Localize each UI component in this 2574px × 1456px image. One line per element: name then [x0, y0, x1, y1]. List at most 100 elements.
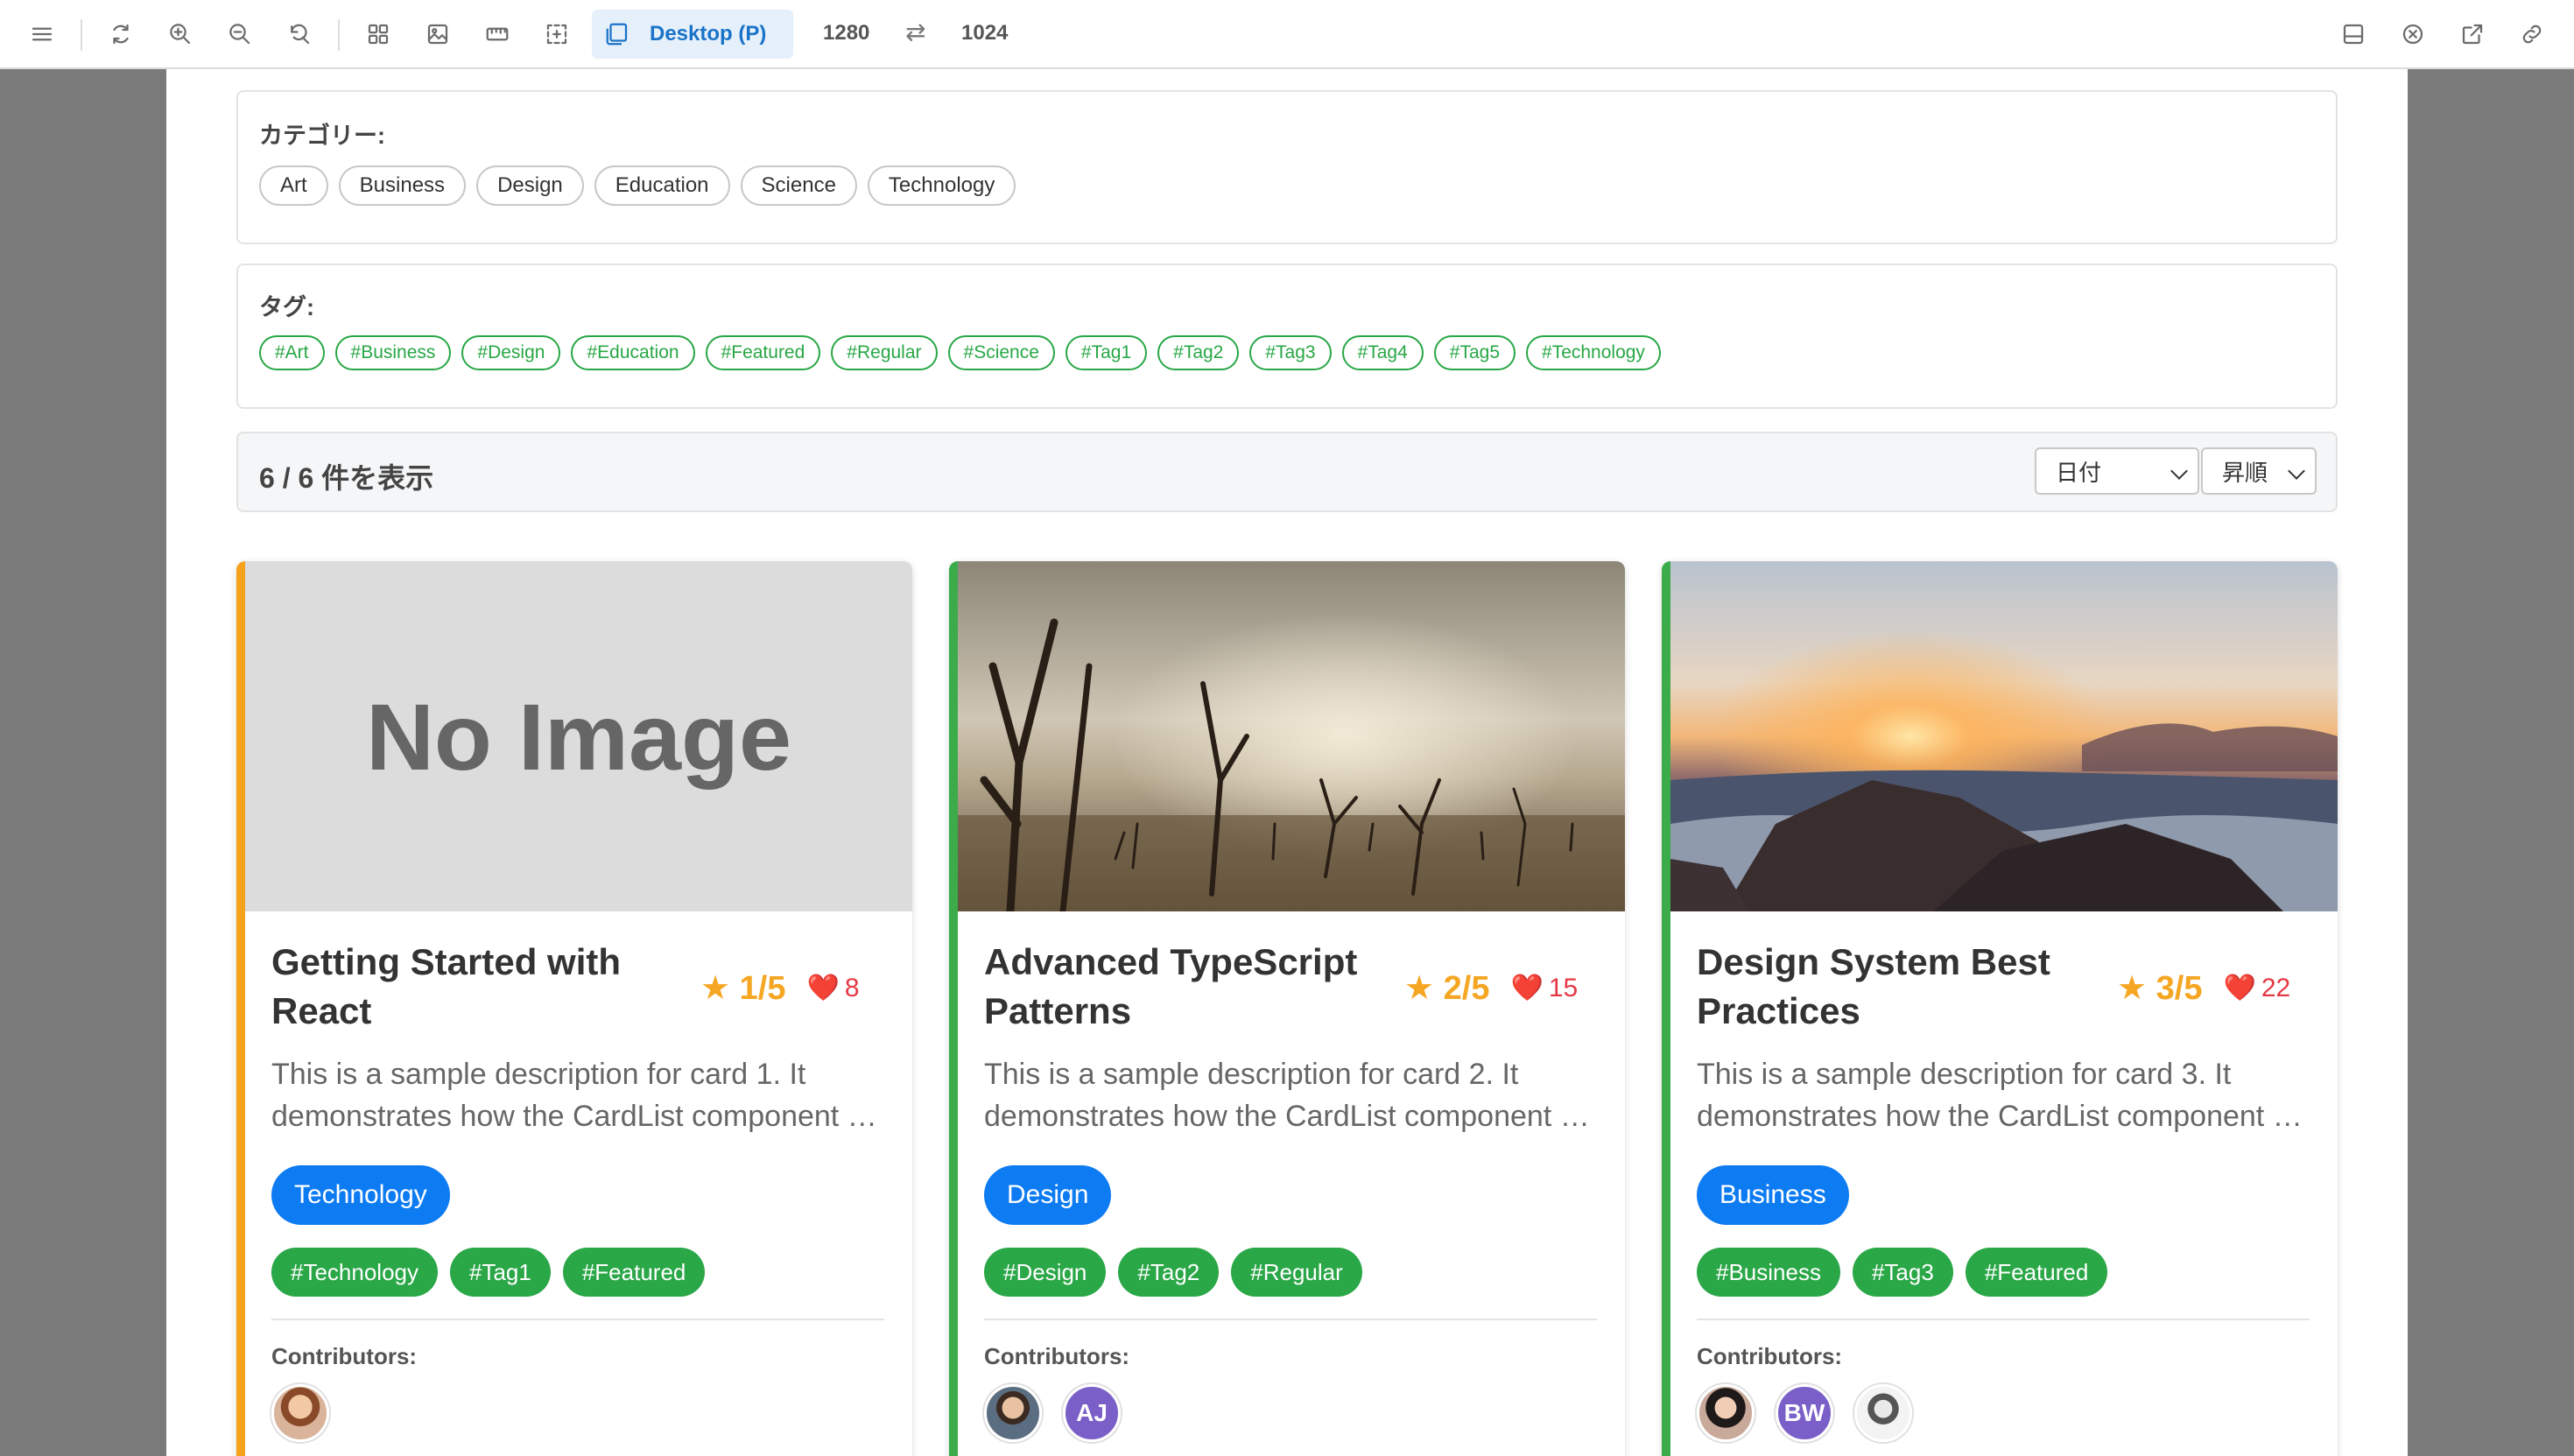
category-chip[interactable]: Education	[594, 165, 730, 206]
tag-chip[interactable]: #Design	[461, 335, 561, 370]
grid-icon[interactable]	[361, 17, 396, 52]
card-description: This is a sample description for card 3.…	[1697, 1053, 2310, 1137]
reset-zoom-icon[interactable]	[282, 17, 317, 52]
avatar[interactable]	[1697, 1384, 1755, 1442]
card-title[interactable]: Design System Best Practices	[1697, 938, 2099, 1036]
heart-icon[interactable]: ❤️	[1510, 973, 1543, 1003]
contributor-avatars: BW	[1697, 1384, 1933, 1442]
close-icon[interactable]	[2395, 17, 2430, 52]
description-line: demonstrates how the CardList component …	[1697, 1100, 2310, 1133]
tag-pill[interactable]: #Tag1	[450, 1248, 551, 1297]
category-filter-panel: カテゴリー: Art Business Design Education Sci…	[236, 90, 2338, 244]
tag-pill[interactable]: #Technology	[271, 1248, 438, 1297]
device-label: Desktop (P)	[650, 22, 767, 46]
avatar[interactable]	[984, 1384, 1042, 1442]
zoom-out-icon[interactable]	[222, 17, 257, 52]
avatar[interactable]: AJ	[1063, 1384, 1121, 1442]
category-chip[interactable]: Design	[476, 165, 584, 206]
preview-toolbar: Desktop (P) 1280 ⇄ 1024	[0, 0, 2574, 69]
category-chip[interactable]: Business	[338, 165, 467, 206]
chevron-down-icon	[2170, 462, 2188, 480]
sort-order-select[interactable]: 昇順	[2201, 447, 2317, 495]
rating-value: ★ 1/5	[700, 970, 786, 1007]
category-chip[interactable]: Technology	[867, 165, 1016, 206]
description-line: demonstrates how the CardList component …	[271, 1100, 884, 1133]
description-line: This is a sample description for card 3.…	[1697, 1058, 2232, 1091]
content-card[interactable]: Advanced TypeScript Patterns ★ 2/5 ❤️ 15…	[949, 561, 1625, 1456]
avatar[interactable]	[1854, 1384, 1912, 1442]
menu-icon[interactable]	[25, 17, 60, 52]
card-tag-list: #Technology #Tag1 #Featured	[271, 1248, 717, 1297]
heart-icon[interactable]: ❤️	[806, 973, 839, 1003]
tag-pill[interactable]: #Business	[1697, 1248, 1840, 1297]
avatar[interactable]: BW	[1776, 1384, 1833, 1442]
tag-chip[interactable]: #Tag5	[1433, 335, 1516, 370]
heart-icon[interactable]: ❤️	[2223, 973, 2255, 1003]
chevron-down-icon	[2288, 462, 2305, 480]
card-rating: ★ 2/5 ❤️ 15	[1404, 968, 1578, 1008]
card-divider	[271, 1319, 884, 1320]
card-image	[958, 561, 1625, 911]
tag-pill[interactable]: #Tag3	[1852, 1248, 1953, 1297]
card-title[interactable]: Advanced TypeScript Patterns	[984, 938, 1387, 1036]
avatar[interactable]	[271, 1384, 329, 1442]
tag-pill[interactable]: #Regular	[1231, 1248, 1362, 1297]
tag-pill[interactable]: #Featured	[562, 1248, 706, 1297]
open-external-icon[interactable]	[2455, 17, 2490, 52]
sort-field-value: 日付	[2056, 459, 2102, 486]
tag-chip[interactable]: #Business	[334, 335, 452, 370]
contributor-avatars	[271, 1384, 350, 1442]
card-title[interactable]: Getting Started with React	[271, 938, 674, 1036]
toolbar-divider	[81, 19, 82, 51]
content-card[interactable]: Design System Best Practices ★ 3/5 ❤️ 22…	[1662, 561, 2338, 1456]
category-badge[interactable]: Design	[984, 1165, 1112, 1225]
contributor-avatars: AJ	[984, 1384, 1142, 1442]
category-badge[interactable]: Business	[1697, 1165, 1849, 1225]
image-icon[interactable]	[420, 17, 455, 52]
tag-chip[interactable]: #Tag2	[1157, 335, 1240, 370]
tag-chip-list: #Art #Business #Design #Education #Featu…	[259, 335, 1671, 370]
tag-chip[interactable]: #Featured	[705, 335, 821, 370]
rotate-icon[interactable]	[103, 17, 138, 52]
tag-filter-panel: タグ: #Art #Business #Design #Education #F…	[236, 264, 2338, 409]
device-selector[interactable]: Desktop (P)	[592, 10, 793, 59]
toolbar-divider	[338, 19, 340, 51]
category-chip[interactable]: Science	[740, 165, 857, 206]
tag-pill[interactable]: #Tag2	[1118, 1248, 1220, 1297]
content-card[interactable]: No Image Getting Started with React ★ 1/…	[236, 561, 912, 1456]
sort-field-select[interactable]: 日付	[2035, 447, 2199, 495]
card-description: This is a sample description for card 2.…	[984, 1053, 1597, 1137]
panel-icon[interactable]	[2336, 17, 2371, 52]
result-count: 6 / 6 件を表示	[259, 462, 434, 494]
card-tag-list: #Business #Tag3 #Featured	[1697, 1248, 2120, 1297]
tag-chip[interactable]: #Science	[947, 335, 1055, 370]
viewport-width[interactable]: 1280	[823, 21, 869, 46]
tag-chip[interactable]: #Art	[259, 335, 325, 370]
link-icon[interactable]	[2514, 17, 2549, 52]
category-chip[interactable]: Art	[259, 165, 328, 206]
tag-chip[interactable]: #Education	[571, 335, 695, 370]
card-divider	[1697, 1319, 2310, 1320]
tag-chip[interactable]: #Technology	[1526, 335, 1661, 370]
sort-order-value: 昇順	[2222, 459, 2268, 486]
viewport-height[interactable]: 1024	[961, 21, 1008, 46]
card-tag-list: #Design #Tag2 #Regular	[984, 1248, 1375, 1297]
sunset-coast-image	[1670, 561, 2338, 911]
app-viewport: カテゴリー: Art Business Design Education Sci…	[166, 69, 2408, 1456]
zoom-in-icon[interactable]	[163, 17, 198, 52]
description-line: This is a sample description for card 1.…	[271, 1058, 806, 1091]
tag-pill[interactable]: #Featured	[1965, 1248, 2108, 1297]
category-badge[interactable]: Technology	[271, 1165, 450, 1225]
selection-icon[interactable]	[539, 17, 574, 52]
tag-pill[interactable]: #Design	[984, 1248, 1107, 1297]
tag-chip[interactable]: #Tag4	[1341, 335, 1424, 370]
swap-dimensions-icon[interactable]: ⇄	[905, 18, 925, 46]
ruler-icon[interactable]	[480, 17, 515, 52]
like-count: 15	[1548, 973, 1579, 1002]
tag-chip[interactable]: #Tag1	[1065, 335, 1148, 370]
tag-chip[interactable]: #Regular	[831, 335, 938, 370]
card-accent-bar	[236, 561, 245, 1456]
category-chip-list: Art Business Design Education Science Te…	[259, 165, 1026, 206]
description-line: demonstrates how the CardList component …	[984, 1100, 1597, 1133]
tag-chip[interactable]: #Tag3	[1249, 335, 1332, 370]
